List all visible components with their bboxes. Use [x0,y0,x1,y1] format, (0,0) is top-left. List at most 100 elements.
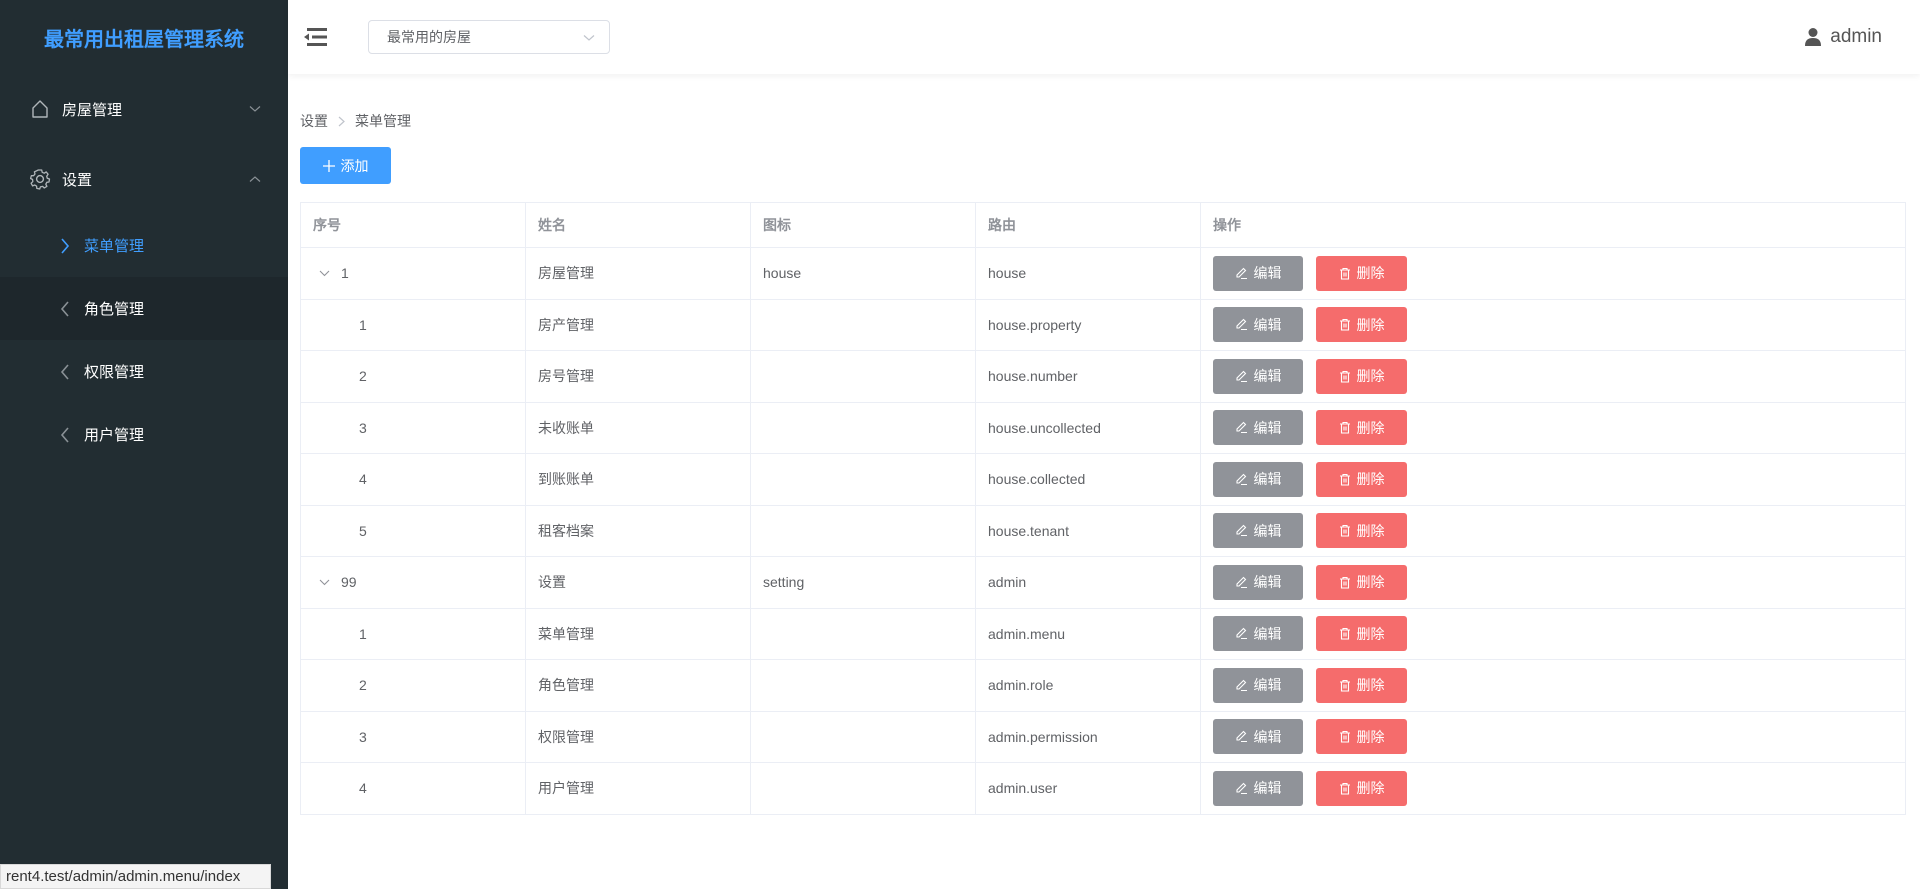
chevron-down-icon [248,102,262,116]
edit-button-label: 编辑 [1253,471,1282,488]
delete-button[interactable]: 删除 [1316,255,1407,291]
cell-actions: 编辑 删除 [1200,762,1906,815]
expand-chevron-icon[interactable] [319,267,335,279]
cell-icon [750,401,976,454]
edit-button-label: 编辑 [1253,419,1282,436]
sidebar-item-label: 菜单管理 [84,238,145,255]
sidebar-group-settings[interactable]: 设置 [0,144,288,214]
delete-button[interactable]: 删除 [1316,719,1407,755]
cell-icon [750,453,976,506]
sidebar-item-label: 权限管理 [84,364,145,381]
cell-route: house.uncollected [975,401,1201,454]
sidebar-item-role-management[interactable]: 角色管理 [0,277,288,340]
status-bar-url: rent4.test/admin/admin.menu/index [0,864,271,889]
edit-button-label: 编辑 [1253,522,1282,539]
edit-button[interactable]: 编辑 [1213,307,1303,343]
edit-button[interactable]: 编辑 [1213,358,1303,394]
pencil-icon [1235,421,1248,434]
column-header-name: 姓名 [525,202,751,248]
trash-icon [1339,473,1351,486]
delete-button-label: 删除 [1356,574,1385,591]
pencil-icon [1235,370,1248,383]
cell-icon: setting [750,556,976,609]
column-header-icon: 图标 [750,202,976,248]
sidebar-item-label: 用户管理 [84,427,145,444]
edit-button[interactable]: 编辑 [1213,616,1303,652]
delete-button[interactable]: 删除 [1316,358,1407,394]
chevron-right-icon [338,116,345,127]
cell-route: admin [975,556,1201,609]
table-row-parent: 99 设置 setting admin 编辑 删除 [300,556,1906,609]
edit-button-label: 编辑 [1253,728,1282,745]
add-button[interactable]: 添加 [300,147,391,184]
cell-index: 4 [300,453,526,506]
cell-index: 1 [300,607,526,660]
pencil-icon [1235,627,1248,640]
cell-actions: 编辑 删除 [1200,556,1906,609]
cell-name: 房屋管理 [525,247,751,300]
delete-button-label: 删除 [1356,265,1385,282]
delete-button-label: 删除 [1356,316,1385,333]
user-name: admin [1830,26,1882,47]
delete-button[interactable]: 删除 [1316,513,1407,549]
trash-icon [1339,679,1351,692]
cell-name: 租客档案 [525,504,751,557]
sidebar-item-menu-management[interactable]: 菜单管理 [0,214,288,277]
cell-icon [750,762,976,815]
table-row-child: 3 未收账单 house.uncollected 编辑 删除 [300,401,1906,454]
add-button-label: 添加 [340,157,369,174]
sidebar: 最常用出租屋管理系统 房屋管理 设置 菜单管理 角色管理 权限管理 用户管理 r… [0,0,288,889]
delete-button[interactable]: 删除 [1316,616,1407,652]
edit-button[interactable]: 编辑 [1213,667,1303,703]
house-icon [28,97,52,121]
delete-button[interactable]: 删除 [1316,307,1407,343]
cell-name: 角色管理 [525,659,751,712]
edit-button[interactable]: 编辑 [1213,564,1303,600]
cell-index: 1 [300,298,526,351]
user-menu[interactable]: admin [1804,0,1882,74]
cell-index: 2 [300,350,526,403]
trash-icon [1339,524,1351,537]
delete-button[interactable]: 删除 [1316,564,1407,600]
edit-button-label: 编辑 [1253,265,1282,282]
edit-button[interactable]: 编辑 [1213,513,1303,549]
delete-button[interactable]: 删除 [1316,770,1407,806]
cell-index: 5 [300,504,526,557]
column-header-route: 路由 [975,202,1201,248]
edit-button[interactable]: 编辑 [1213,719,1303,755]
cell-name: 房产管理 [525,298,751,351]
collapse-menu-icon[interactable] [303,26,329,48]
row-index: 1 [341,265,349,282]
trash-icon [1339,576,1351,589]
house-select[interactable]: 最常用的房屋 [368,20,610,54]
pencil-icon [1235,318,1248,331]
pencil-icon [1235,782,1248,795]
table-row-child: 4 到账账单 house.collected 编辑 删除 [300,453,1906,506]
app-root: 最常用出租屋管理系统 房屋管理 设置 菜单管理 角色管理 权限管理 用户管理 r… [0,0,1920,889]
sidebar-item-permission-management[interactable]: 权限管理 [0,340,288,403]
sidebar-group-house-management[interactable]: 房屋管理 [0,74,288,144]
table-header-row: 序号 姓名 图标 路由 操作 [300,202,1906,248]
edit-button[interactable]: 编辑 [1213,770,1303,806]
edit-button-label: 编辑 [1253,780,1282,797]
breadcrumb-item-settings[interactable]: 设置 [300,111,328,131]
delete-button[interactable]: 删除 [1316,461,1407,497]
cell-name: 用户管理 [525,762,751,815]
pencil-icon [1235,473,1248,486]
cell-index: 1 [300,247,526,300]
main-area: 最常用的房屋 admin 设置 菜单管理 添加 序号 姓名 图标 路由 操作 1… [288,0,1920,889]
delete-button[interactable]: 删除 [1316,410,1407,446]
row-index: 1 [359,625,367,642]
cell-index: 3 [300,401,526,454]
cell-icon [750,659,976,712]
expand-chevron-icon[interactable] [319,576,335,588]
edit-button[interactable]: 编辑 [1213,410,1303,446]
edit-button[interactable]: 编辑 [1213,255,1303,291]
cell-actions: 编辑 删除 [1200,350,1906,403]
edit-button[interactable]: 编辑 [1213,461,1303,497]
cell-name: 设置 [525,556,751,609]
chevron-left-icon [58,426,72,444]
delete-button[interactable]: 删除 [1316,667,1407,703]
delete-button-label: 删除 [1356,677,1385,694]
sidebar-item-user-management[interactable]: 用户管理 [0,403,288,466]
